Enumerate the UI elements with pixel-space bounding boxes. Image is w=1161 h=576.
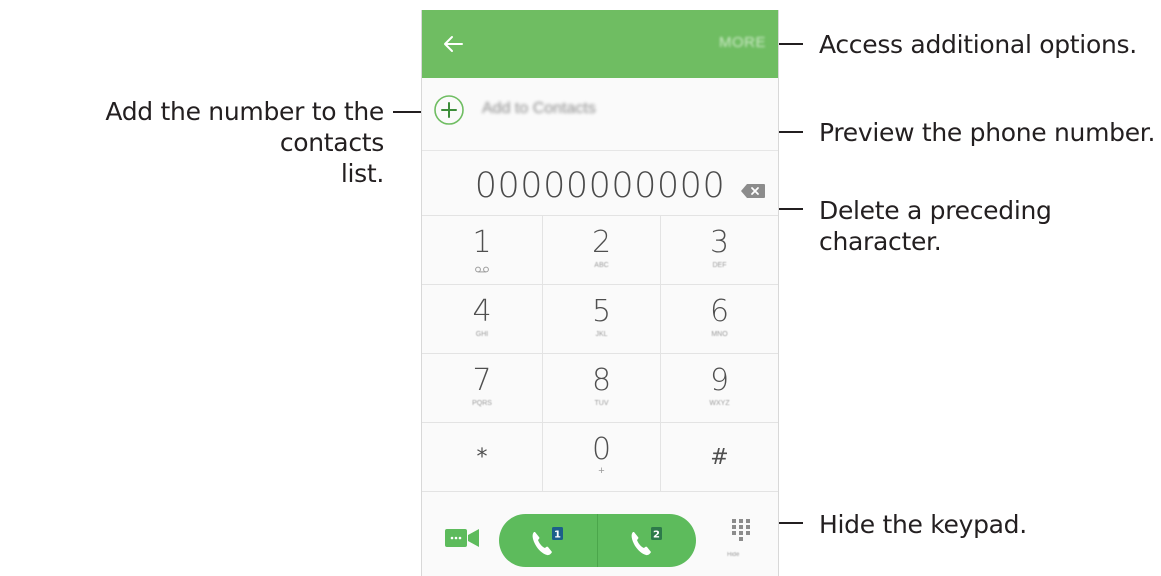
add-to-contacts-row[interactable]: Add to Contacts bbox=[422, 91, 778, 133]
voicemail-icon bbox=[475, 266, 489, 273]
key-digit: 5 bbox=[591, 294, 612, 329]
key-9[interactable]: 9 WXYZ bbox=[660, 353, 778, 422]
callout-hide-keypad: Hide the keypad. bbox=[819, 510, 1027, 539]
key-digit: 9 bbox=[709, 363, 730, 398]
callout-preview-number: Preview the phone number. bbox=[819, 118, 1156, 147]
key-digit: 4 bbox=[472, 294, 492, 329]
key-0[interactable]: 0 + bbox=[542, 422, 660, 491]
phone-number-preview: 00000000000 bbox=[474, 166, 726, 206]
key-plus: + bbox=[598, 465, 605, 477]
sim1-badge: 1 bbox=[554, 530, 561, 541]
add-to-contacts-label: Add to Contacts bbox=[482, 100, 596, 117]
key-digit: 6 bbox=[709, 294, 730, 329]
video-call-icon[interactable] bbox=[444, 526, 480, 550]
key-digit: 2 bbox=[591, 225, 612, 260]
key-letters: WXYZ bbox=[709, 400, 730, 407]
key-digit: 0 bbox=[591, 432, 612, 467]
key-letters: GHI bbox=[475, 331, 489, 338]
more-button[interactable]: MORE bbox=[719, 34, 766, 51]
sim2-badge: 2 bbox=[653, 530, 660, 541]
key-digit: 7 bbox=[472, 363, 492, 398]
phone-sim1-icon: 1 bbox=[532, 527, 563, 556]
phone-screen: MORE Add to Contacts 00000000000 1 2 ABC bbox=[421, 10, 779, 576]
app-bar: MORE bbox=[422, 10, 778, 78]
add-contact-icon[interactable] bbox=[433, 94, 465, 126]
key-digit: 1 bbox=[472, 225, 492, 260]
key-2[interactable]: 2 ABC bbox=[542, 215, 660, 284]
key-letters: TUV bbox=[594, 400, 609, 407]
callout-add-contacts-line2: list. bbox=[340, 159, 384, 188]
backspace-icon[interactable] bbox=[740, 183, 766, 199]
call-sim1-button[interactable]: 1 bbox=[499, 514, 597, 567]
back-arrow-icon[interactable] bbox=[442, 33, 464, 55]
key-digit: 3 bbox=[709, 225, 730, 260]
key-5[interactable]: 5 JKL bbox=[542, 284, 660, 353]
hide-keypad-label: Hide bbox=[727, 552, 740, 558]
key-letters: PQRS bbox=[472, 400, 492, 407]
call-sim2-button[interactable]: 2 bbox=[598, 514, 696, 567]
key-letters: MNO bbox=[711, 331, 728, 338]
call-action-bar: 1 2 Hide bbox=[422, 491, 778, 576]
key-symbol: # bbox=[710, 445, 729, 470]
key-digit: 8 bbox=[591, 363, 612, 398]
phone-sim2-icon: 2 bbox=[631, 527, 662, 556]
key-6[interactable]: 6 MNO bbox=[660, 284, 778, 353]
key-3[interactable]: 3 DEF bbox=[660, 215, 778, 284]
key-7[interactable]: 7 PQRS bbox=[422, 353, 542, 422]
key-letters: DEF bbox=[712, 262, 727, 269]
callout-more-options: Access additional options. bbox=[819, 30, 1137, 59]
keypad-toggle-icon[interactable] bbox=[731, 518, 751, 542]
call-buttons: 1 2 bbox=[499, 514, 696, 567]
key-4[interactable]: 4 GHI bbox=[422, 284, 542, 353]
callout-add-contacts-line1: Add the number to the contacts bbox=[105, 97, 384, 157]
key-1[interactable]: 1 bbox=[422, 215, 542, 284]
callout-delete-char: Delete a preceding character. bbox=[819, 196, 1052, 256]
callout-add-contacts: Add the number to the contacts list. bbox=[8, 96, 384, 189]
key-8[interactable]: 8 TUV bbox=[542, 353, 660, 422]
key-star[interactable]: * bbox=[422, 422, 542, 491]
key-symbol: * bbox=[476, 445, 488, 470]
key-letters: ABC bbox=[594, 262, 609, 269]
number-preview-area: 00000000000 bbox=[422, 150, 778, 214]
key-letters: JKL bbox=[595, 331, 608, 338]
key-hash[interactable]: # bbox=[660, 422, 778, 491]
dial-keypad: 1 2 ABC 3 DEF 4 GHI 5 JKL 6 MNO 7 PQRS 8… bbox=[422, 215, 778, 491]
